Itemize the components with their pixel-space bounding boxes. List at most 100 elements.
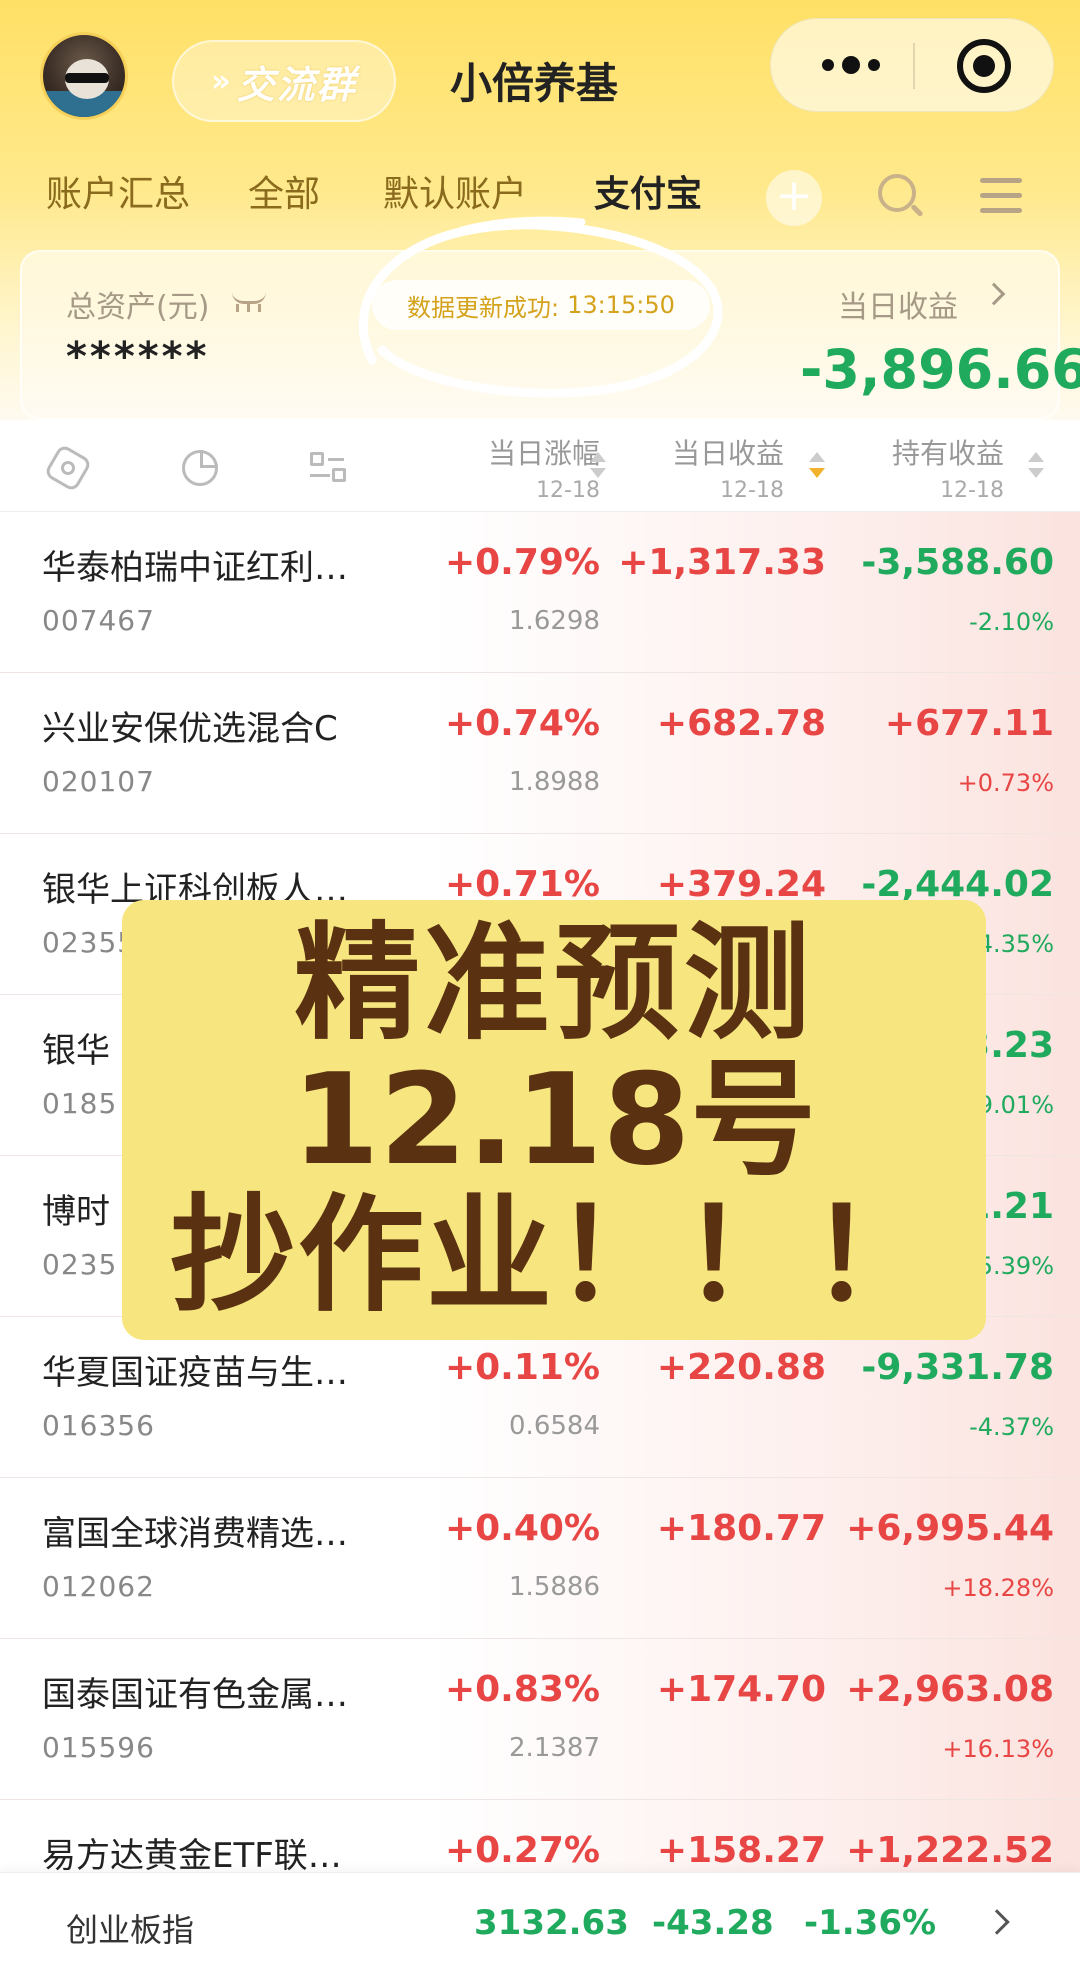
fund-holding-income: +2,963.08 xyxy=(846,1669,1054,1710)
fund-daily-income: +682.78 xyxy=(656,703,826,744)
fund-daily-change: +0.74% xyxy=(444,703,600,744)
fund-name: 华泰柏瑞中证红利… xyxy=(42,548,348,588)
table-row[interactable]: 国泰国证有色金属… 015596 +0.83% 2.1387 +174.70 +… xyxy=(0,1639,1080,1800)
fund-daily-income: +180.77 xyxy=(656,1508,826,1549)
fund-daily-change: +0.40% xyxy=(444,1508,600,1549)
index-change: -43.28 xyxy=(652,1903,774,1943)
app-title: 小倍养基 xyxy=(450,59,619,108)
fund-name: 博时 xyxy=(42,1192,110,1232)
fund-holding-income: +677.11 xyxy=(884,703,1054,744)
fund-holding-income: +6,995.44 xyxy=(846,1508,1054,1549)
fund-holding-percent: 4.35% xyxy=(977,930,1054,958)
index-ticker-bar[interactable]: 创业板指 3132.63 -43.28 -1.36% xyxy=(0,1872,1080,1971)
fund-daily-change: +0.83% xyxy=(444,1669,600,1710)
menu-icon[interactable] xyxy=(980,178,1022,218)
column-date: 12-18 xyxy=(940,478,1004,503)
fund-holding-percent: 9.01% xyxy=(977,1091,1054,1119)
column-title: 当日收益 xyxy=(671,437,784,470)
fund-daily-income: +174.70 xyxy=(656,1669,826,1710)
fund-code: 012062 xyxy=(42,1570,155,1603)
fund-holding-percent: 5.39% xyxy=(977,1252,1054,1280)
column-title: 当日涨幅 xyxy=(487,437,600,470)
fund-holding-income: +1,222.52 xyxy=(846,1830,1054,1871)
column-title: 持有收益 xyxy=(891,437,1004,470)
index-value: 3132.63 xyxy=(474,1903,629,1943)
column-date: 12-18 xyxy=(536,478,600,503)
index-percent: -1.36% xyxy=(804,1903,937,1943)
fund-holding-income: -3,588.60 xyxy=(861,542,1054,583)
search-icon[interactable] xyxy=(878,174,924,218)
column-daily-income[interactable]: 当日收益 12-18 xyxy=(672,432,784,503)
chevron-right-icon[interactable] xyxy=(984,1909,1010,1935)
sort-desc-active-icon[interactable] xyxy=(809,452,825,484)
table-row[interactable]: 兴业安保优选混合C 020107 +0.74% 1.8988 +682.78 +… xyxy=(0,673,1080,834)
fund-code: 016356 xyxy=(42,1409,155,1442)
add-tab-icon[interactable]: + xyxy=(766,170,822,226)
table-row[interactable]: 华泰柏瑞中证红利… 007467 +0.79% 1.6298 +1,317.33… xyxy=(0,512,1080,673)
table-row[interactable]: 易方达黄金ETF联… +0.27% +158.27 +1,222.52 xyxy=(0,1800,1080,1872)
chat-group-label: 交流群 xyxy=(236,62,357,107)
fund-holding-percent: +18.28% xyxy=(942,1574,1054,1602)
fund-nav: 0.6584 xyxy=(509,1411,600,1441)
column-holding-income[interactable]: 持有收益 12-18 xyxy=(892,432,1004,503)
column-daily-change[interactable]: 当日涨幅 12-18 xyxy=(488,432,600,503)
fund-name: 华夏国证疫苗与生… xyxy=(42,1353,348,1393)
hand-drawn-circle-annotation xyxy=(358,216,723,398)
miniapp-capsule xyxy=(770,18,1054,112)
fund-nav: 1.8988 xyxy=(509,767,600,797)
sort-icon[interactable] xyxy=(590,452,606,484)
fund-nav: 2.1387 xyxy=(509,1733,600,1763)
double-chevron-icon: » xyxy=(211,63,231,99)
fund-name: 富国全球消费精选… xyxy=(42,1514,348,1554)
tab-account-summary[interactable]: 账户汇总 xyxy=(46,165,190,217)
avatar[interactable] xyxy=(40,32,128,120)
fund-name: 兴业安保优选混合C xyxy=(42,709,338,749)
fund-holding-income: -9,331.78 xyxy=(861,1347,1054,1388)
fund-code: 020107 xyxy=(42,765,155,798)
fund-name: 国泰国证有色金属… xyxy=(42,1675,348,1715)
fund-code: 0235 xyxy=(42,1248,118,1281)
fund-name: 银华 xyxy=(42,1031,110,1071)
daily-income-label[interactable]: 当日收益 xyxy=(838,282,958,326)
more-dots-icon[interactable] xyxy=(811,45,891,85)
chat-group-button[interactable]: » 交流群 xyxy=(172,40,396,122)
fund-nav: 1.5886 xyxy=(509,1572,600,1602)
tab-all[interactable]: 全部 xyxy=(248,165,320,217)
transfer-icon[interactable] xyxy=(308,448,348,488)
prediction-banner: 精准预测 12.18号 抄作业！！！ xyxy=(122,900,986,1340)
banner-line-1: 精准预测 xyxy=(294,909,814,1057)
fund-holding-percent: -2.10% xyxy=(969,608,1054,636)
sort-icon[interactable] xyxy=(1028,452,1044,484)
table-row[interactable]: 富国全球消费精选… 012062 +0.40% 1.5886 +180.77 +… xyxy=(0,1478,1080,1639)
total-asset-label: 总资产(元) xyxy=(66,290,210,325)
fund-daily-change: +0.27% xyxy=(444,1830,600,1871)
fund-holding-percent: +0.73% xyxy=(957,769,1054,797)
daily-income-value: -3,896.66 xyxy=(800,338,1080,401)
fund-daily-income: +379.24 xyxy=(656,864,826,905)
fund-daily-change: +0.79% xyxy=(444,542,600,583)
fund-nav: 1.6298 xyxy=(509,606,600,636)
total-asset-value: ****** xyxy=(66,334,210,380)
fund-daily-income: +158.27 xyxy=(656,1830,826,1871)
app-root: » 交流群 小倍养基 账户汇总 全部 默认账户 支付宝 + 总资产(元) ***… xyxy=(0,0,1080,1971)
banner-line-3: 抄作业！！！ xyxy=(170,1182,938,1330)
fund-code: 0185 xyxy=(42,1087,118,1120)
fund-code: 015596 xyxy=(42,1731,155,1764)
fund-name: 易方达黄金ETF联… xyxy=(42,1836,342,1872)
settings-hexagon-icon[interactable] xyxy=(43,443,93,493)
fund-code: 007467 xyxy=(42,604,155,637)
index-name: 创业板指 xyxy=(66,1911,195,1949)
fund-daily-income: +220.88 xyxy=(656,1347,826,1388)
table-row[interactable]: 华夏国证疫苗与生… 016356 +0.11% 0.6584 +220.88 -… xyxy=(0,1317,1080,1478)
fund-holding-income: -2,444.02 xyxy=(861,864,1054,905)
fund-daily-income: +1,317.33 xyxy=(618,542,826,583)
banner-line-2: 12.18号 xyxy=(291,1045,817,1193)
column-date: 12-18 xyxy=(720,478,784,503)
eye-closed-icon[interactable] xyxy=(232,292,268,312)
pie-chart-icon[interactable] xyxy=(180,448,220,488)
fund-holding-percent: -4.37% xyxy=(969,1413,1054,1441)
fund-daily-change: +0.11% xyxy=(444,1347,600,1388)
target-close-icon[interactable] xyxy=(957,39,1011,93)
fund-holding-percent: +16.13% xyxy=(942,1735,1054,1763)
fund-daily-change: +0.71% xyxy=(444,864,600,905)
